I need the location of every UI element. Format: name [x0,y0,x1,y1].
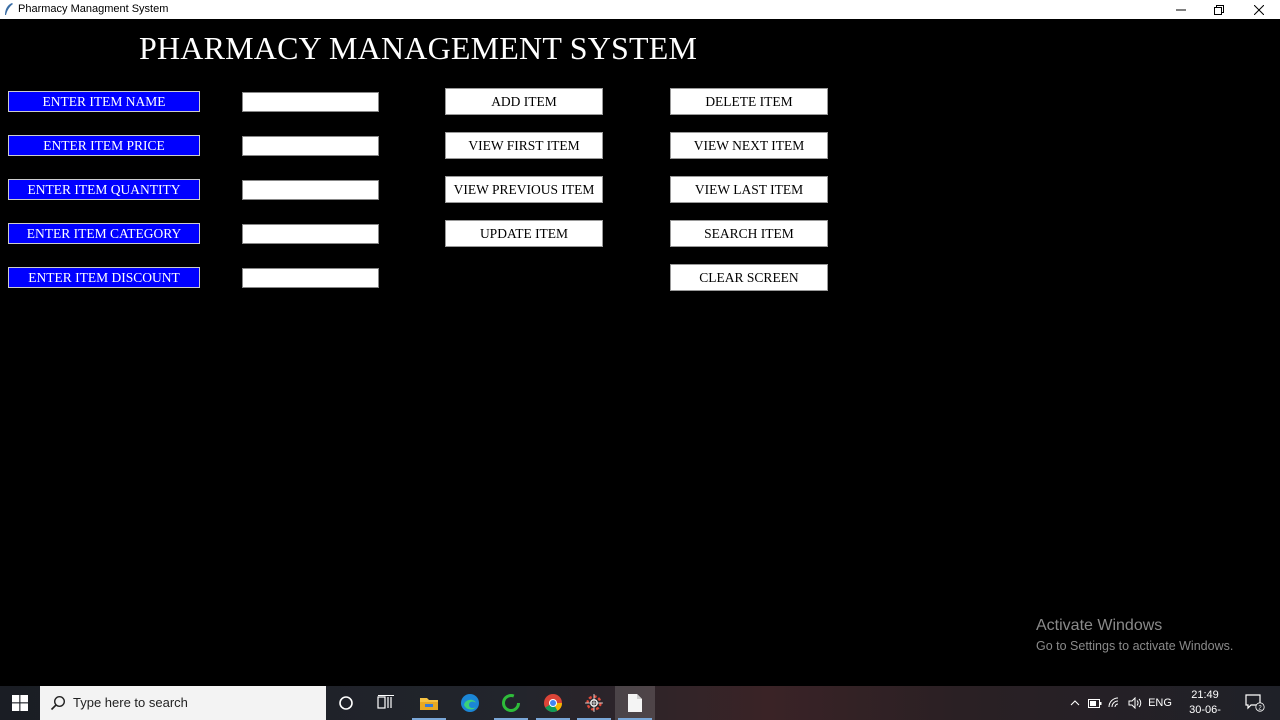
taskbar-search-box[interactable]: Type here to search [40,686,326,720]
item-price-input[interactable] [242,136,379,156]
loader-app-icon [502,694,520,712]
taskbar: Type here to search ENG 21:49 30-06- 2 [0,686,1280,720]
search-placeholder: Type here to search [73,695,188,710]
battery-button[interactable] [1086,686,1104,720]
chrome-button[interactable] [533,686,573,720]
view-last-item-button[interactable]: VIEW LAST ITEM [670,176,828,203]
clock-time: 21:49 [1191,689,1219,701]
item-category-label: ENTER ITEM CATEGORY [8,223,200,244]
cortana-icon [339,696,353,710]
battery-icon [1088,698,1102,708]
item-category-input[interactable] [242,224,379,244]
view-first-item-button[interactable]: VIEW FIRST ITEM [445,132,603,159]
view-next-item-button[interactable]: VIEW NEXT ITEM [670,132,828,159]
action-center-icon: 2 [1245,694,1265,712]
item-quantity-input[interactable] [242,180,379,200]
activate-windows-subtitle: Go to Settings to activate Windows. [1036,639,1234,653]
language-indicator[interactable]: ENG [1146,686,1174,720]
clear-screen-button[interactable]: CLEAR SCREEN [670,264,828,291]
task-view-icon [377,695,394,709]
feather-app-icon [5,3,13,15]
task-view-button[interactable] [366,686,406,720]
start-button[interactable] [0,686,40,720]
item-discount-label: ENTER ITEM DISCOUNT [8,267,200,288]
speaker-icon [1128,697,1142,709]
file-explorer-button[interactable] [409,686,449,720]
window-title: Pharmacy Managment System [18,3,169,15]
close-button[interactable] [1240,0,1278,19]
item-price-label: ENTER ITEM PRICE [8,135,200,156]
view-previous-item-button[interactable]: VIEW PREVIOUS ITEM [445,176,603,203]
delete-item-button[interactable]: DELETE ITEM [670,88,828,115]
search-item-button[interactable]: SEARCH ITEM [670,220,828,247]
file-explorer-icon [420,698,438,710]
restore-icon [1214,4,1224,15]
chevron-up-icon [1070,700,1080,706]
window-titlebar: Pharmacy Managment System [0,0,1280,19]
item-quantity-label: ENTER ITEM QUANTITY [8,179,200,200]
item-name-label: ENTER ITEM NAME [8,91,200,112]
item-name-input[interactable] [242,92,379,112]
close-icon [1254,4,1264,15]
search-icon [50,695,66,711]
taskbar-clock[interactable]: 21:49 30-06-2021 [1178,688,1232,720]
minimize-button[interactable] [1162,0,1200,19]
windows-logo-icon [12,695,28,711]
edge-icon [461,694,479,712]
add-item-button[interactable]: ADD ITEM [445,88,603,115]
cortana-button[interactable] [326,686,366,720]
update-item-button[interactable]: UPDATE ITEM [445,220,603,247]
chrome-icon [544,694,562,713]
show-hidden-icons-button[interactable] [1066,686,1084,720]
notifications-button[interactable]: 2 [1240,686,1270,720]
notepad-button[interactable] [615,686,655,720]
activate-windows-title: Activate Windows [1036,617,1163,634]
settings-gear-app-icon [585,694,603,712]
item-discount-input[interactable] [242,268,379,288]
wifi-icon [1108,697,1119,708]
network-button[interactable] [1106,686,1124,720]
edge-button[interactable] [450,686,490,720]
minimize-icon [1176,9,1186,10]
gear-app-button[interactable] [574,686,614,720]
clock-date: 30-06-2021 [1189,704,1221,720]
loader-app-button[interactable] [491,686,531,720]
restore-button[interactable] [1200,0,1238,19]
volume-button[interactable] [1126,686,1144,720]
page-title: PHARMACY MANAGEMENT SYSTEM [139,30,698,66]
notepad-icon [628,694,642,712]
